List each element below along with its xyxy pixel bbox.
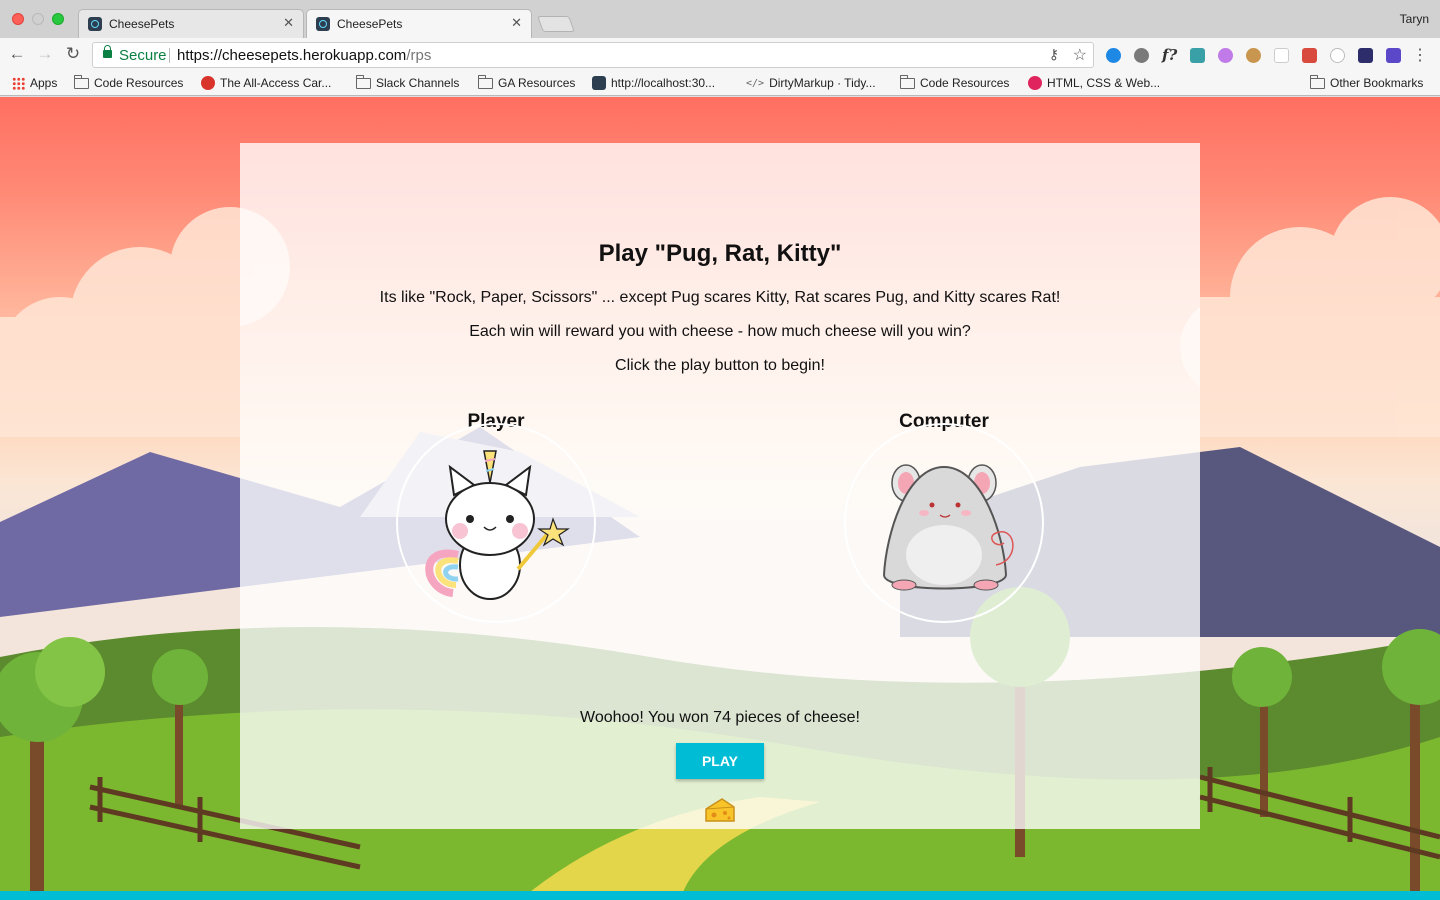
bookmark-star-icon[interactable]: ☆	[1073, 45, 1087, 65]
bookmark-label: HTML, CSS & Web...	[1047, 76, 1161, 90]
react-icon	[592, 76, 606, 90]
maximize-window-button[interactable]	[52, 13, 64, 25]
bookmark-label: Slack Channels	[376, 76, 460, 90]
bookmark-link[interactable]: </> DirtyMarkup · Tidy...	[746, 76, 876, 90]
extension-icon[interactable]	[1218, 48, 1233, 63]
extension-icon[interactable]	[1190, 48, 1205, 63]
browser-menu-icon[interactable]: ⋮	[1412, 45, 1428, 65]
divider	[169, 48, 170, 63]
footer-bar	[0, 891, 1440, 900]
unicorn-kitty-image	[425, 450, 570, 600]
folder-icon	[1310, 74, 1325, 89]
bookmark-label: DirtyMarkup · Tidy...	[769, 76, 876, 90]
game-intro-text: Its like "Rock, Paper, Scissors" ... exc…	[379, 289, 1061, 306]
bookmark-folder[interactable]: Slack Channels	[356, 74, 460, 90]
close-window-button[interactable]	[12, 13, 24, 25]
lock-icon	[103, 45, 112, 58]
play-button[interactable]: PLAY	[676, 743, 764, 779]
bookmark-folder[interactable]: Code Resources	[74, 74, 184, 90]
folder-icon	[478, 74, 493, 89]
font-extension-icon[interactable]: f?	[1162, 46, 1177, 64]
bookmark-link[interactable]: The All-Access Car...	[201, 76, 331, 90]
bookmark-link[interactable]: HTML, CSS & Web...	[1028, 76, 1160, 90]
bookmark-label: Code Resources	[94, 76, 184, 90]
rat-image	[882, 464, 1014, 591]
player-choice	[396, 423, 596, 623]
url-text: https://cheesepets.herokuapp.com/rps	[177, 47, 431, 64]
bookmarks-bar: Apps Code Resources The All-Access Car..…	[0, 72, 1440, 96]
page-title: Play "Pug, Rat, Kitty"	[598, 240, 842, 267]
extension-icon[interactable]	[1358, 48, 1373, 63]
react-icon	[316, 17, 330, 31]
game-panel: Play "Pug, Rat, Kitty" Its like "Rock, P…	[240, 143, 1200, 829]
bookmark-folder[interactable]: GA Resources	[478, 74, 576, 90]
browser-tab[interactable]: CheesePets ✕	[78, 9, 304, 38]
address-bar[interactable]: Secure https://cheesepets.herokuapp.com/…	[92, 42, 1094, 68]
bookmark-folder[interactable]: Code Resources	[900, 74, 1010, 90]
bookmark-apps[interactable]: Apps	[12, 76, 57, 90]
minimize-window-button[interactable]	[32, 13, 44, 25]
bookmark-label: Other Bookmarks	[1330, 76, 1424, 90]
extension-icon[interactable]	[1106, 48, 1121, 63]
tab-title: CheesePets	[109, 17, 175, 31]
bookmark-link[interactable]: http://localhost:30...	[592, 76, 715, 90]
red-circle-icon	[201, 76, 215, 90]
reload-icon[interactable]: ↻	[62, 44, 84, 64]
url-host: https://cheesepets.herokuapp.com	[177, 47, 407, 64]
close-tab-icon[interactable]: ✕	[283, 15, 294, 31]
cheese-icon	[705, 798, 735, 822]
computer-choice	[844, 423, 1044, 623]
bookmark-label: The All-Access Car...	[220, 76, 332, 90]
extension-icon[interactable]	[1386, 48, 1401, 63]
browser-toolbar: ← → ↻ Secure https://cheesepets.herokuap…	[0, 38, 1440, 72]
back-arrow-icon[interactable]: ←	[6, 44, 28, 64]
extension-icon[interactable]	[1330, 48, 1345, 63]
secure-label: Secure	[119, 47, 167, 64]
close-tab-icon[interactable]: ✕	[511, 15, 522, 31]
folder-icon	[900, 74, 915, 89]
bookmark-label: Code Resources	[920, 76, 1010, 90]
bug-extension-icon[interactable]	[1134, 48, 1149, 63]
key-icon[interactable]: ⚷	[1049, 46, 1059, 63]
tab-title: CheesePets	[337, 17, 403, 31]
result-message: Woohoo! You won 74 pieces of cheese!	[580, 709, 860, 726]
browser-tab-active[interactable]: CheesePets ✕	[306, 9, 532, 38]
game-begin-text: Click the play button to begin!	[615, 357, 825, 374]
red-gear-icon	[1028, 76, 1042, 90]
bookmark-label: GA Resources	[498, 76, 576, 90]
tab-strip: CheesePets ✕ CheesePets ✕ Taryn	[0, 0, 1440, 38]
folder-icon	[74, 74, 89, 89]
extension-icon[interactable]	[1246, 48, 1261, 63]
game-reward-text: Each win will reward you with cheese - h…	[469, 323, 971, 340]
apps-grid-icon	[12, 76, 25, 90]
react-icon	[88, 17, 102, 31]
forward-arrow-icon[interactable]: →	[34, 44, 56, 64]
extension-icon[interactable]	[1302, 48, 1317, 63]
game-page: Play "Pug, Rat, Kitty" Its like "Rock, P…	[0, 97, 1440, 900]
profile-name[interactable]: Taryn	[1400, 12, 1429, 26]
bookmark-folder-other[interactable]: Other Bookmarks	[1310, 74, 1424, 90]
extension-icon[interactable]	[1274, 48, 1289, 63]
url-path: /rps	[406, 47, 432, 64]
bookmark-label: Apps	[30, 76, 58, 90]
bookmark-label: http://localhost:30...	[611, 76, 716, 90]
code-icon: </>	[746, 77, 765, 89]
new-tab-button[interactable]	[537, 16, 575, 32]
folder-icon	[356, 74, 371, 89]
